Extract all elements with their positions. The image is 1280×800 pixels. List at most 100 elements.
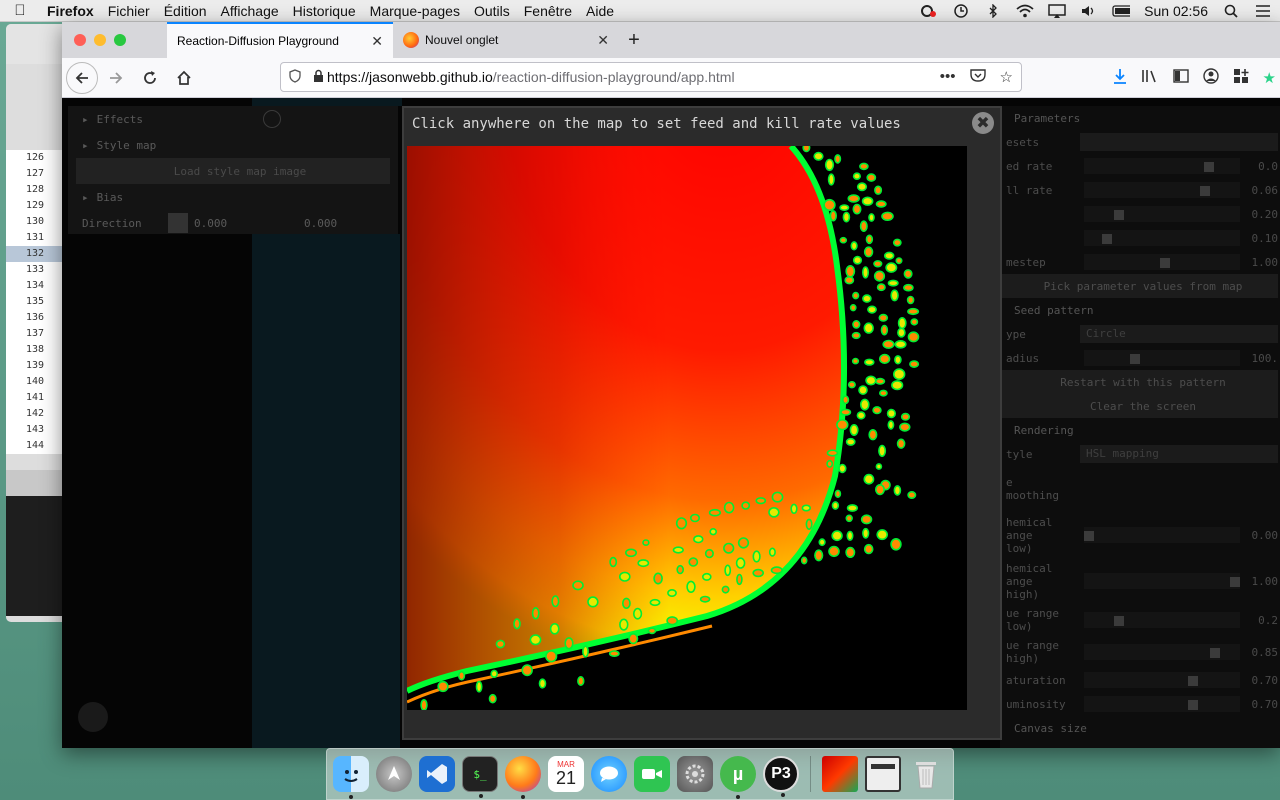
menu-marque-pages[interactable]: Marque-pages	[363, 3, 467, 19]
finder-icon[interactable]	[333, 756, 369, 799]
radius-value[interactable]: 100.	[1252, 352, 1279, 365]
menu-historique[interactable]: Historique	[286, 3, 363, 19]
page-actions-icon[interactable]: •••	[940, 68, 956, 86]
downloads-icon[interactable]	[1113, 68, 1127, 88]
kill-rate-slider[interactable]	[1084, 182, 1240, 198]
kill-rate-value[interactable]: 0.06	[1252, 184, 1279, 197]
battery-icon[interactable]	[1112, 4, 1131, 18]
close-window-button[interactable]	[74, 34, 86, 46]
chemical-high-value[interactable]: 1.00	[1252, 575, 1279, 588]
rendering-folder[interactable]: Rendering	[1000, 418, 1280, 442]
calendar-icon[interactable]: MAR 21	[548, 756, 584, 792]
new-tab-button[interactable]: +	[619, 22, 649, 58]
da-slider[interactable]	[1084, 206, 1240, 222]
tab-new-tab[interactable]: Nouvel onglet ✕	[393, 22, 619, 58]
seed-type-select[interactable]: Circle	[1080, 325, 1278, 343]
seed-pattern-folder[interactable]: Seed pattern	[1000, 298, 1280, 322]
wifi-icon[interactable]	[1016, 4, 1034, 18]
window-icon[interactable]	[865, 756, 901, 792]
account-icon[interactable]	[1202, 68, 1219, 88]
feed-rate-slider[interactable]	[1084, 158, 1240, 174]
notification-center-icon[interactable]	[1254, 4, 1272, 18]
hue-low-value[interactable]: 0.2	[1258, 614, 1278, 627]
slider-knob[interactable]	[1204, 162, 1214, 172]
editor-titlebar[interactable]	[6, 24, 66, 64]
presets-select[interactable]	[1080, 133, 1278, 151]
slider-knob[interactable]	[1084, 531, 1094, 541]
simulation-canvas[interactable]	[252, 234, 400, 748]
saturation-value[interactable]: 0.70	[1252, 674, 1279, 687]
modal-close-button[interactable]: ✖	[972, 112, 994, 134]
timestep-slider[interactable]	[1084, 254, 1240, 270]
utorrent-icon[interactable]: µ	[720, 756, 756, 799]
slider-knob[interactable]	[1130, 354, 1140, 364]
parameter-map[interactable]	[407, 146, 967, 710]
load-style-map-button[interactable]: Load style map image	[76, 158, 390, 184]
system-preferences-icon[interactable]	[677, 756, 713, 792]
time-machine-icon[interactable]	[952, 4, 970, 18]
chemical-high-slider[interactable]	[1084, 573, 1240, 589]
luminosity-value[interactable]: 0.70	[1252, 698, 1279, 711]
restart-pattern-button[interactable]: Restart with this pattern	[1002, 370, 1278, 394]
firefox-icon[interactable]	[505, 756, 541, 799]
menu-affichage[interactable]: Affichage	[214, 3, 286, 19]
chemical-low-value[interactable]: 0.00	[1252, 529, 1279, 542]
menu-clock[interactable]: Sun 02:56	[1144, 3, 1208, 19]
github-icon[interactable]	[78, 702, 108, 732]
address-bar[interactable]: https://jasonwebb.github.io /reaction-di…	[280, 62, 1022, 92]
menu-fenetre[interactable]: Fenêtre	[517, 3, 579, 19]
direction-pad[interactable]	[168, 213, 188, 233]
terminal-icon[interactable]: $_	[462, 756, 498, 798]
volume-icon[interactable]	[1080, 4, 1098, 18]
background-editor-window[interactable]: 126 127 128 129 130 131 132 133 134 135 …	[6, 24, 66, 622]
slider-knob[interactable]	[1188, 676, 1198, 686]
back-button[interactable]	[66, 61, 98, 94]
forward-button[interactable]	[100, 62, 132, 94]
bias-folder[interactable]: ▸ Bias	[68, 184, 398, 210]
timestep-value[interactable]: 1.00	[1252, 256, 1279, 269]
menu-outils[interactable]: Outils	[467, 3, 517, 19]
clear-screen-button[interactable]: Clear the screen	[1002, 394, 1278, 418]
parameters-folder[interactable]: Parameters	[1000, 106, 1280, 130]
apple-menu-icon[interactable]: 	[0, 2, 40, 19]
render-style-select[interactable]: HSL mapping	[1080, 445, 1278, 463]
da-value[interactable]: 0.20	[1252, 208, 1279, 221]
effects-folder[interactable]: ▸ Effects	[68, 106, 398, 132]
lock-icon[interactable]	[309, 69, 327, 85]
slider-knob[interactable]	[1160, 258, 1170, 268]
style-map-folder[interactable]: ▸ Style map	[68, 132, 398, 158]
db-slider[interactable]	[1084, 230, 1240, 246]
bluetooth-icon[interactable]	[984, 4, 1002, 18]
extensions-icon[interactable]	[1233, 68, 1249, 88]
slider-knob[interactable]	[1102, 234, 1112, 244]
slider-knob[interactable]	[1114, 616, 1124, 626]
radius-slider[interactable]	[1084, 350, 1240, 366]
slider-knob[interactable]	[1114, 210, 1124, 220]
bookmark-star-icon[interactable]: ☆	[1000, 68, 1013, 86]
direction-y-value[interactable]: 0.000	[304, 217, 337, 230]
menu-fichier[interactable]: Fichier	[101, 3, 157, 19]
zoom-window-button[interactable]	[114, 34, 126, 46]
tab-reaction-diffusion[interactable]: Reaction-Diffusion Playground ✕	[167, 22, 393, 58]
slider-knob[interactable]	[1188, 700, 1198, 710]
launchpad-icon[interactable]	[376, 756, 412, 792]
slider-knob[interactable]	[1230, 577, 1240, 587]
pocket-icon[interactable]	[969, 68, 986, 86]
reload-button[interactable]	[134, 62, 166, 94]
trash-icon[interactable]	[908, 756, 944, 792]
editor-terminal-panel[interactable]	[6, 496, 66, 616]
messages-icon[interactable]	[591, 756, 627, 792]
vscode-icon[interactable]	[419, 756, 455, 792]
close-tab-icon[interactable]: ✕	[371, 33, 383, 50]
hue-high-value[interactable]: 0.85	[1252, 646, 1279, 659]
hue-high-slider[interactable]	[1084, 644, 1240, 660]
chemical-low-slider[interactable]	[1084, 527, 1240, 543]
tracking-shield-icon[interactable]	[281, 68, 309, 86]
library-icon[interactable]	[1141, 68, 1159, 88]
slider-knob[interactable]	[1210, 648, 1220, 658]
minimize-window-button[interactable]	[94, 34, 106, 46]
pick-from-map-button[interactable]: Pick parameter values from map	[1002, 274, 1278, 298]
processing-icon[interactable]: P3	[763, 756, 799, 797]
direction-x-value[interactable]: 0.000	[194, 217, 304, 230]
extension-star-icon[interactable]: ★	[1263, 69, 1276, 87]
